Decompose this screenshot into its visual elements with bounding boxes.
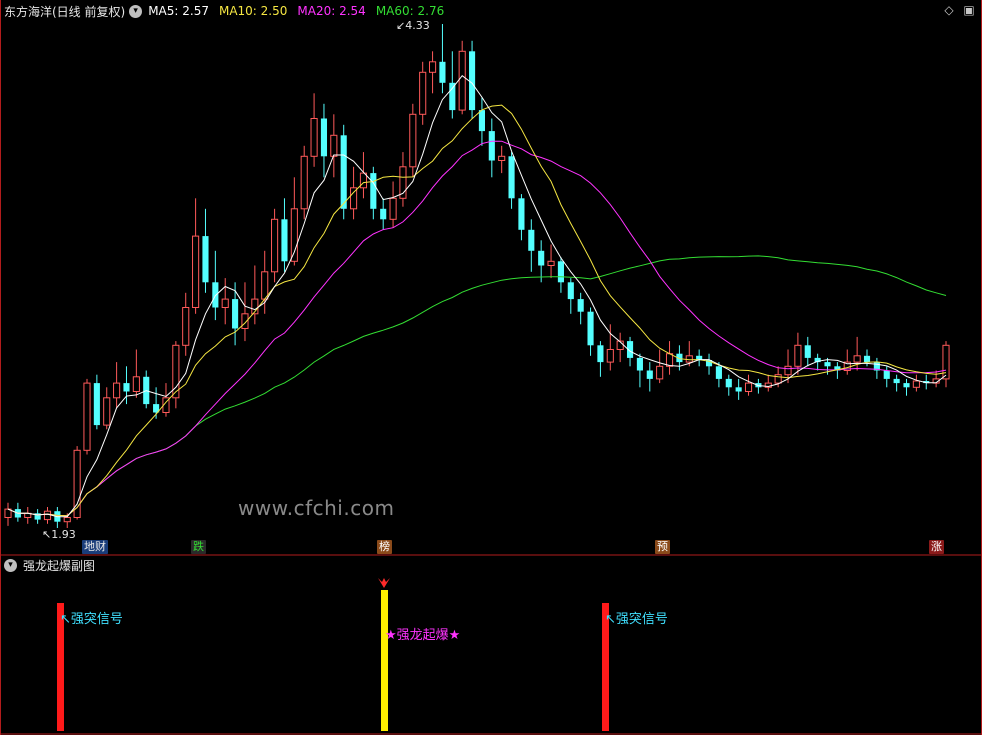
candle-down: [528, 229, 535, 251]
candle-up: [774, 374, 782, 384]
sub-panel-title: 强龙起爆副图: [23, 558, 96, 573]
candle-down: [478, 110, 485, 132]
candle-up: [182, 307, 190, 346]
watermark: www.cfchi.com: [238, 496, 395, 520]
candle-up: [744, 382, 753, 393]
candle-down: [123, 383, 130, 392]
candle-down: [903, 383, 910, 388]
candle-down: [370, 173, 377, 209]
square-icon[interactable]: ▣: [962, 3, 976, 17]
diamond-icon[interactable]: ◇: [942, 3, 956, 17]
candle-up: [113, 382, 121, 399]
candle-up: [656, 365, 664, 380]
sub-panel-header: ▾ 强龙起爆副图: [4, 556, 95, 574]
candle-down: [597, 345, 604, 363]
candle-down: [232, 299, 239, 329]
candle-up: [83, 382, 91, 451]
event-tag-1[interactable]: 地财: [82, 540, 108, 554]
signal-label-1: ↖强突信号: [60, 612, 123, 627]
ma20-line: [7, 140, 947, 517]
event-tag-2[interactable]: 跌: [191, 540, 206, 554]
chevron-down-icon[interactable]: ▾: [129, 4, 143, 18]
candle-up: [429, 61, 437, 73]
candle-down: [893, 378, 900, 384]
signal-bar-2: [381, 590, 388, 731]
candle-down: [646, 370, 653, 379]
candle-up: [192, 235, 200, 309]
ma20-label: MA20: 2.54: [297, 4, 366, 18]
candle-down: [469, 51, 476, 111]
event-tag-3[interactable]: 榜: [377, 540, 392, 554]
candle-up: [419, 71, 427, 115]
candle-down: [735, 387, 742, 392]
candle-up: [547, 260, 555, 266]
candle-down: [449, 82, 456, 111]
stock-title: 东方海洋(日线 前复权): [4, 4, 126, 19]
candle-down: [577, 299, 584, 312]
candle-up: [685, 355, 693, 363]
candle-up: [63, 517, 71, 523]
candle-up: [942, 344, 950, 380]
signal-label-3: ↖强突信号: [605, 612, 668, 627]
candle-up: [389, 197, 397, 220]
low-price-label: ↖1.93: [42, 528, 76, 541]
candle-down: [538, 250, 545, 266]
candle-up: [290, 208, 298, 262]
candle-up: [271, 218, 279, 273]
candle-down: [636, 357, 643, 371]
candle-up: [458, 50, 466, 111]
stock-chart-window: 东方海洋(日线 前复权) ▾ MA5: 2.57 MA10: 2.50 MA20…: [0, 0, 982, 735]
candle-up: [498, 155, 506, 162]
candle-down: [518, 198, 525, 230]
candle-up: [794, 344, 802, 367]
chart-header: 东方海洋(日线 前复权) ▾ MA5: 2.57 MA10: 2.50 MA20…: [4, 2, 454, 20]
candle-up: [330, 134, 338, 157]
candle-up: [784, 365, 792, 376]
candle-up: [300, 155, 308, 210]
candle-down: [557, 261, 564, 283]
high-price-label: ↙4.33: [396, 19, 430, 32]
ma5-label: MA5: 2.57: [148, 4, 209, 18]
candle-up: [853, 355, 861, 363]
candle-down: [863, 355, 871, 363]
chevron-down-icon[interactable]: ▾: [4, 558, 17, 572]
candle-up: [606, 349, 614, 363]
candle-down: [212, 282, 219, 308]
candle-down: [202, 236, 209, 283]
candle-down: [804, 345, 811, 358]
candle-down: [340, 135, 347, 209]
candle-down: [587, 311, 594, 346]
candle-down: [883, 370, 890, 379]
candle-down: [320, 118, 328, 157]
candle-down: [380, 208, 387, 220]
candle-up: [665, 353, 674, 367]
candle-up: [261, 271, 269, 300]
event-tag-5[interactable]: 涨: [929, 540, 944, 554]
candle-down: [824, 362, 831, 367]
candle-up: [359, 172, 368, 189]
candle-down: [93, 383, 100, 426]
candlestick-chart[interactable]: [0, 0, 982, 735]
ma10-label: MA10: 2.50: [218, 4, 288, 18]
candle-up: [912, 380, 920, 388]
candle-up: [103, 397, 111, 426]
window-controls: ◇ ▣: [942, 3, 976, 17]
candle-down: [715, 366, 722, 379]
candle-down: [488, 131, 495, 161]
candle-up: [310, 118, 318, 157]
event-tag-4[interactable]: 预: [655, 540, 670, 554]
ma5-line: [7, 75, 947, 518]
candle-down: [567, 282, 574, 300]
candle-up: [43, 510, 52, 521]
candle-down: [281, 219, 288, 262]
candle-down: [439, 61, 446, 83]
signal-label-2: ★强龙起爆★: [385, 628, 461, 643]
signal-marker-icon: [378, 578, 390, 588]
candle-up: [409, 113, 417, 168]
candle-up: [221, 298, 229, 309]
candle-down: [725, 378, 732, 388]
candle-down: [508, 156, 515, 199]
ma60-label: MA60: 2.76: [375, 4, 445, 18]
candle-up: [132, 376, 140, 392]
